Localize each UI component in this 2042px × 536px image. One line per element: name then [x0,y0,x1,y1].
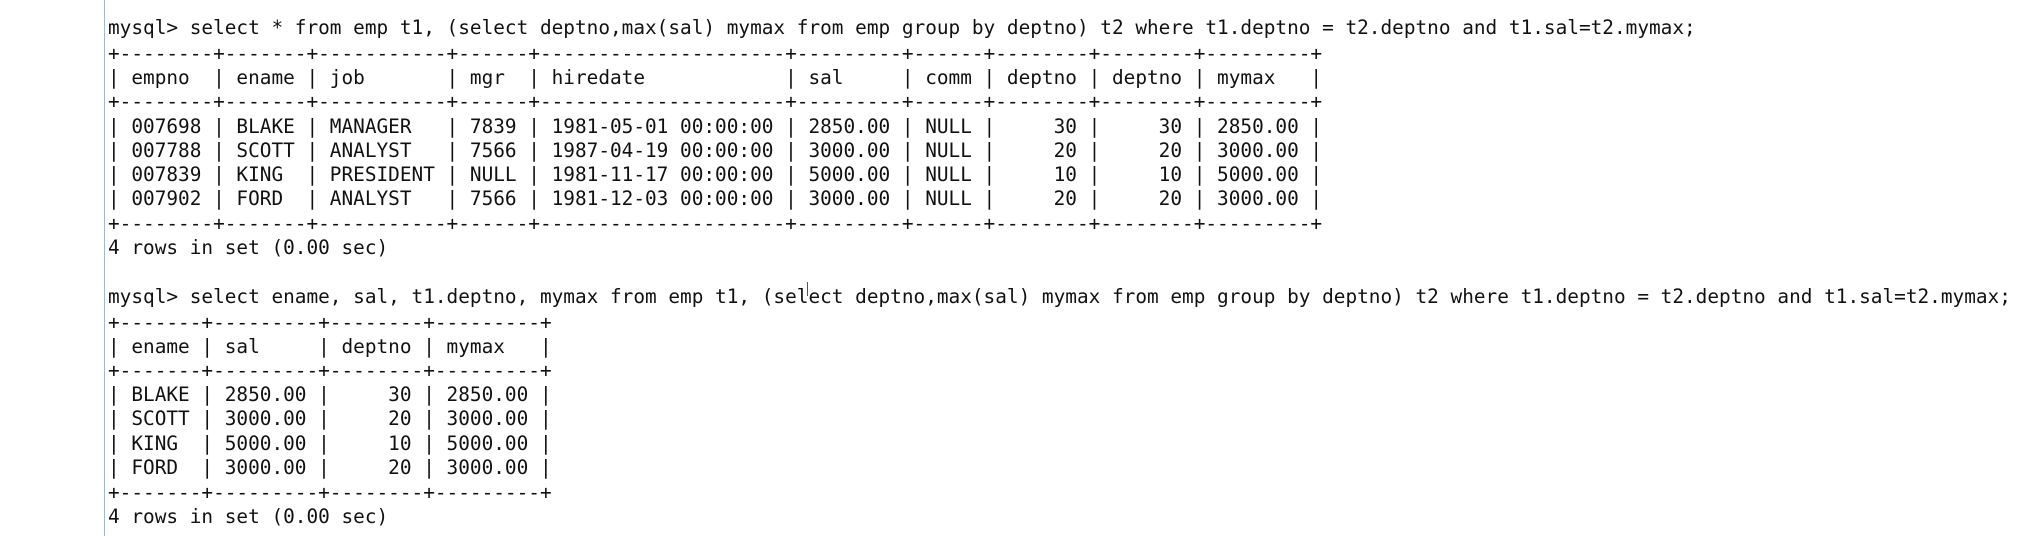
query1-header: | empno | ename | job | mgr | hiredate |… [108,66,1323,89]
text-cursor-icon [807,282,808,296]
terminal-window[interactable]: mysql> select * from emp t1, (select dep… [0,0,2042,536]
query2-command: mysql> select ename, sal, t1.deptno, mym… [108,285,2011,308]
query1-result: 4 rows in set (0.00 sec) [108,236,389,259]
query1-border-top: +--------+-------+-----------+------+---… [108,42,1323,65]
query2-row: | FORD | 3000.00 | 20 | 3000.00 | [108,456,552,479]
query1-command: mysql> select * from emp t1, (select dep… [108,16,1696,39]
query2-border-top: +-------+---------+--------+---------+ [108,311,552,334]
terminal-left-border [104,0,105,536]
query1-border-mid: +--------+-------+-----------+------+---… [108,90,1323,113]
query2-row: | KING | 5000.00 | 10 | 5000.00 | [108,432,552,455]
query1-border-bottom: +--------+-------+-----------+------+---… [108,212,1323,235]
query1-row: | 007788 | SCOTT | ANALYST | 7566 | 1987… [108,139,1323,162]
query2-border-mid: +-------+---------+--------+---------+ [108,359,552,382]
query2-border-bottom: +-------+---------+--------+---------+ [108,481,552,504]
query2-row: | BLAKE | 2850.00 | 30 | 2850.00 | [108,383,552,406]
query2-row: | SCOTT | 3000.00 | 20 | 3000.00 | [108,407,552,430]
query1-row: | 007902 | FORD | ANALYST | 7566 | 1981-… [108,187,1323,210]
query1-row: | 007698 | BLAKE | MANAGER | 7839 | 1981… [108,115,1323,138]
query1-row: | 007839 | KING | PRESIDENT | NULL | 198… [108,163,1323,186]
query2-result: 4 rows in set (0.00 sec) [108,505,389,528]
query2-header: | ename | sal | deptno | mymax | [108,335,552,358]
